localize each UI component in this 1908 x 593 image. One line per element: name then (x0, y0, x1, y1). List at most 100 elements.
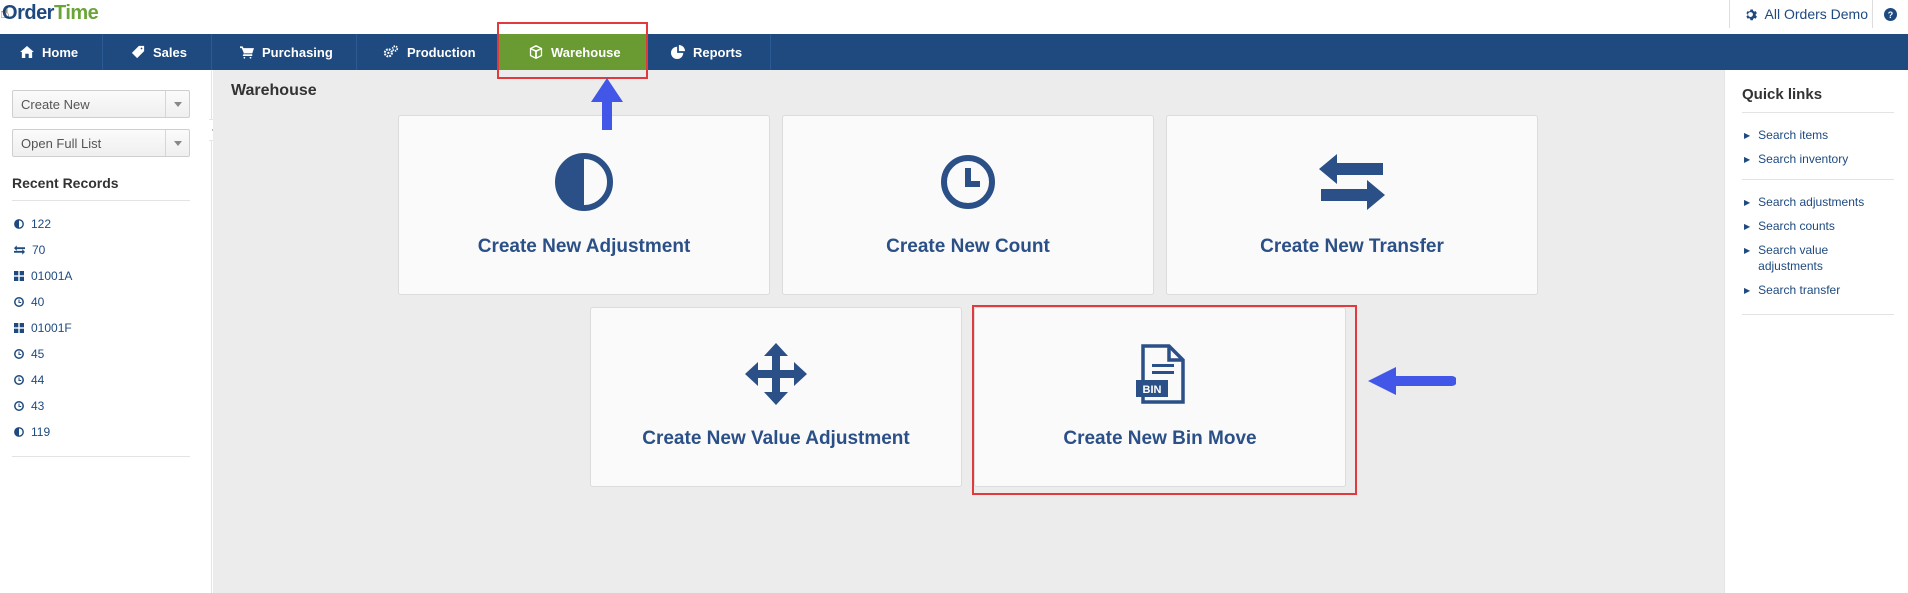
recent-item-label: 43 (31, 399, 45, 413)
recent-item[interactable]: 01001A (14, 268, 72, 284)
quick-link-label: Search inventory (1758, 152, 1849, 166)
nav-warehouse[interactable]: Warehouse (499, 34, 647, 70)
nav-production[interactable]: Production (357, 34, 499, 70)
pie-chart-icon (671, 45, 685, 59)
recent-item[interactable]: 01001F (14, 320, 72, 336)
create-bin-move-tile[interactable]: BIN Create New Bin Move (974, 307, 1346, 487)
help-button[interactable]: ? (1872, 0, 1908, 28)
recent-item-label: 45 (31, 347, 45, 361)
quick-link-search-items[interactable]: ▶ Search items (1744, 127, 1828, 144)
nav-home-label: Home (42, 44, 79, 60)
logo-rder: rder (17, 2, 54, 24)
quick-link-label: Search value adjustments (1758, 243, 1829, 273)
recent-item-label: 01001F (31, 321, 72, 335)
transfer-icon (14, 245, 25, 255)
clock-icon (14, 349, 24, 359)
recent-item[interactable]: 43 (14, 398, 44, 414)
nav-purchasing[interactable]: Purchasing (212, 34, 357, 70)
tag-icon (131, 45, 145, 59)
tile-label: Create New Bin Move (1063, 428, 1257, 449)
quick-link-label: Search adjustments (1758, 195, 1865, 209)
home-icon (20, 46, 34, 58)
recent-item[interactable]: 40 (14, 294, 44, 310)
recent-item[interactable]: 119 (14, 424, 50, 440)
create-value-adjustment-tile[interactable]: Create New Value Adjustment (590, 307, 962, 487)
recent-item-label: 122 (31, 217, 52, 231)
grid-icon (14, 323, 24, 333)
quick-link-search-adjustments[interactable]: ▶ Search adjustments (1744, 194, 1864, 211)
create-count-tile[interactable]: Create New Count (782, 115, 1154, 295)
bin-document-icon: BIN (1136, 344, 1185, 404)
caret-right-icon: ▶ (1744, 198, 1751, 207)
chevron-down-icon (165, 130, 189, 156)
create-new-label: Create New (21, 96, 90, 112)
recent-divider-top (12, 200, 190, 201)
hand-cursor-icon: ☝ (0, 5, 10, 22)
recent-item-label: 70 (32, 243, 46, 257)
clock-icon (14, 375, 24, 385)
recent-item-label: 119 (31, 425, 51, 439)
recent-divider-bottom (12, 456, 190, 457)
account-switcher[interactable]: All Orders Demo (1728, 0, 1868, 28)
clock-icon (14, 401, 24, 411)
caret-right-icon: ▶ (1744, 246, 1751, 255)
ordertime-logo[interactable]: OrderTime (2, 2, 99, 25)
tile-label: Create New Value Adjustment (642, 428, 910, 449)
tile-label: Create New Count (886, 236, 1050, 257)
quick-link-search-value-adjustments[interactable]: ▶ Search value adjustments (1744, 242, 1864, 274)
nav-reports[interactable]: Reports (647, 34, 771, 70)
account-label: All Orders Demo (1764, 6, 1868, 22)
create-transfer-tile[interactable]: Create New Transfer (1166, 115, 1538, 295)
nav-sales-label: Sales (153, 44, 187, 60)
tile-label: Create New Adjustment (477, 236, 691, 257)
quick-link-label: Search transfer (1758, 283, 1841, 297)
caret-right-icon: ▶ (1744, 222, 1751, 231)
nav-purchasing-label: Purchasing (262, 44, 333, 60)
gear-icon (1745, 8, 1757, 20)
open-full-list-dropdown[interactable]: Open Full List (12, 129, 190, 157)
question-icon: ? (1884, 7, 1897, 21)
svg-text:?: ? (1888, 9, 1893, 19)
caret-right-icon: ▶ (1744, 131, 1751, 140)
move-arrows-icon (745, 343, 807, 405)
half-circle-icon (14, 427, 24, 437)
recent-records-title: Recent Records (12, 175, 119, 191)
create-adjustment-tile[interactable]: Create New Adjustment (398, 115, 770, 295)
quick-link-search-counts[interactable]: ▶ Search counts (1744, 218, 1835, 235)
transfer-arrows-icon (1319, 154, 1385, 210)
grid-icon (14, 271, 24, 281)
quick-link-label: Search items (1758, 128, 1829, 142)
quick-link-label: Search counts (1758, 219, 1835, 233)
chevron-down-icon (165, 91, 189, 117)
recent-item-label: 40 (31, 295, 45, 309)
caret-right-icon: ▶ (1744, 155, 1751, 164)
quick-links-divider-top (1742, 112, 1894, 113)
nav-sales[interactable]: Sales (103, 34, 212, 70)
quick-link-search-inventory[interactable]: ▶ Search inventory (1744, 151, 1848, 168)
create-new-dropdown[interactable]: Create New (12, 90, 190, 118)
up-arrow-annotation-icon (591, 78, 623, 130)
bin-icon-text: BIN (1143, 384, 1162, 396)
recent-item[interactable]: 45 (14, 346, 44, 362)
main-nav: Home Sales Purchasing Production Warehou… (0, 34, 1908, 70)
recent-item[interactable]: 70 (14, 242, 45, 258)
nav-production-label: Production (407, 44, 476, 60)
open-full-list-label: Open Full List (21, 135, 102, 151)
clock-icon (941, 155, 995, 209)
cube-icon (529, 45, 543, 59)
recent-item[interactable]: 44 (14, 372, 44, 388)
gears-icon (383, 45, 399, 58)
recent-item[interactable]: 122 (14, 216, 51, 232)
quick-link-search-transfer[interactable]: ▶ Search transfer (1744, 282, 1840, 299)
nav-home[interactable]: Home (0, 34, 103, 70)
caret-right-icon: ▶ (1744, 286, 1751, 295)
tile-label: Create New Transfer (1260, 236, 1444, 257)
cart-icon (240, 45, 254, 59)
right-sidebar (1724, 70, 1908, 593)
top-header: OrderTime ☝ All Orders Demo ? (0, 0, 1908, 34)
half-circle-icon (555, 153, 613, 211)
quick-links-divider-bottom (1742, 314, 1894, 315)
nav-warehouse-label: Warehouse (551, 44, 621, 60)
clock-icon (14, 297, 24, 307)
nav-reports-label: Reports (693, 44, 743, 60)
